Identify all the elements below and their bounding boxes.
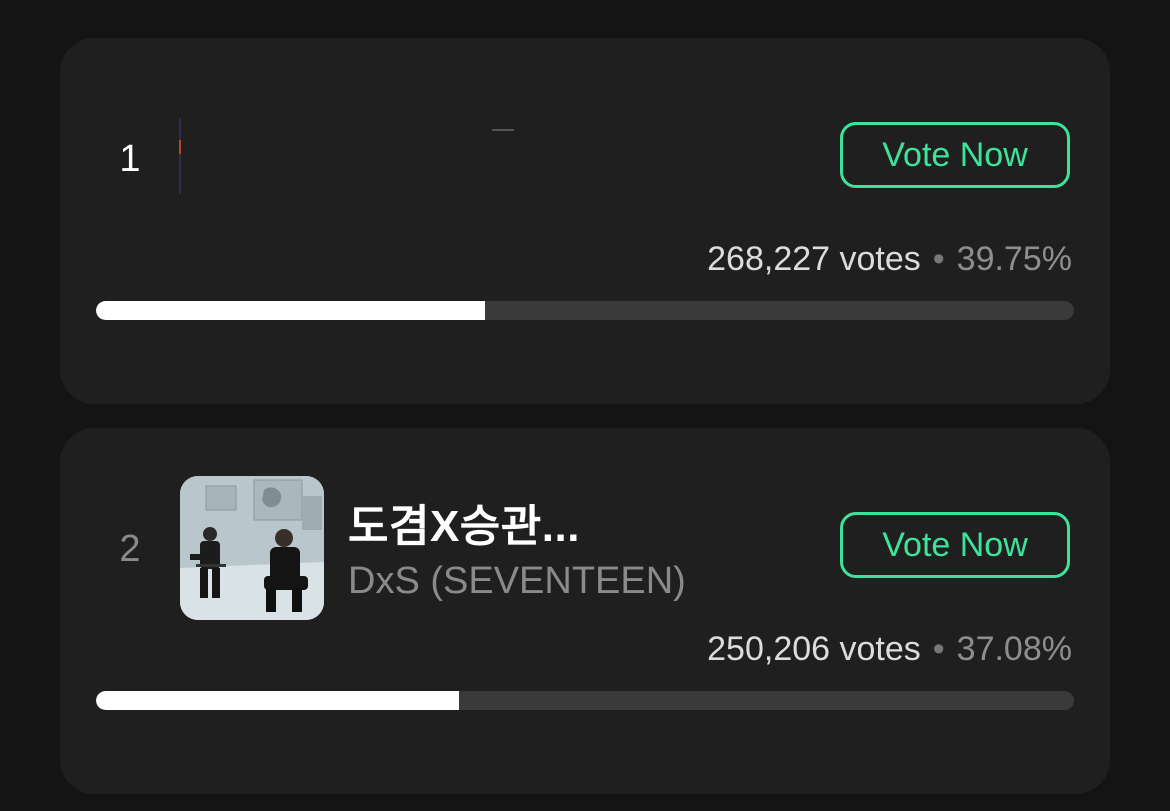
rank-number: 1 <box>119 138 141 180</box>
song-title: 도겸X승관... <box>348 502 580 551</box>
progress-bar <box>96 301 1074 320</box>
album-cover-image <box>180 476 324 620</box>
separator-dot: • <box>932 240 945 278</box>
ranking-card-1: 1 Vote Now 268,227 votes • 39.75% <box>60 38 1110 404</box>
progress-bar <box>96 691 1074 710</box>
vote-percentage: 39.75% <box>956 240 1072 278</box>
album-artwork-fragment <box>178 118 182 194</box>
vote-count: 268,227 votes <box>707 240 921 278</box>
title-fragment <box>492 129 514 131</box>
ranking-card-2: 2 도겸X승관... DxS (SEVENTEEN) Vote Now 250,… <box>60 428 1110 794</box>
vote-now-button[interactable]: Vote Now <box>840 512 1070 578</box>
rank-number: 2 <box>119 528 141 570</box>
artist-name: DxS (SEVENTEEN) <box>348 560 686 602</box>
vote-now-button[interactable]: Vote Now <box>840 122 1070 188</box>
vote-count: 250,206 votes <box>707 630 921 668</box>
vote-stats: 250,206 votes • 37.08% <box>707 630 1072 669</box>
progress-fill <box>96 691 459 710</box>
separator-dot: • <box>932 630 945 668</box>
ranking-list: 1 Vote Now 268,227 votes • 39.75% 2 도겸X승… <box>0 0 1170 811</box>
vote-stats: 268,227 votes • 39.75% <box>707 240 1072 279</box>
vote-percentage: 37.08% <box>956 630 1072 668</box>
progress-fill <box>96 301 485 320</box>
